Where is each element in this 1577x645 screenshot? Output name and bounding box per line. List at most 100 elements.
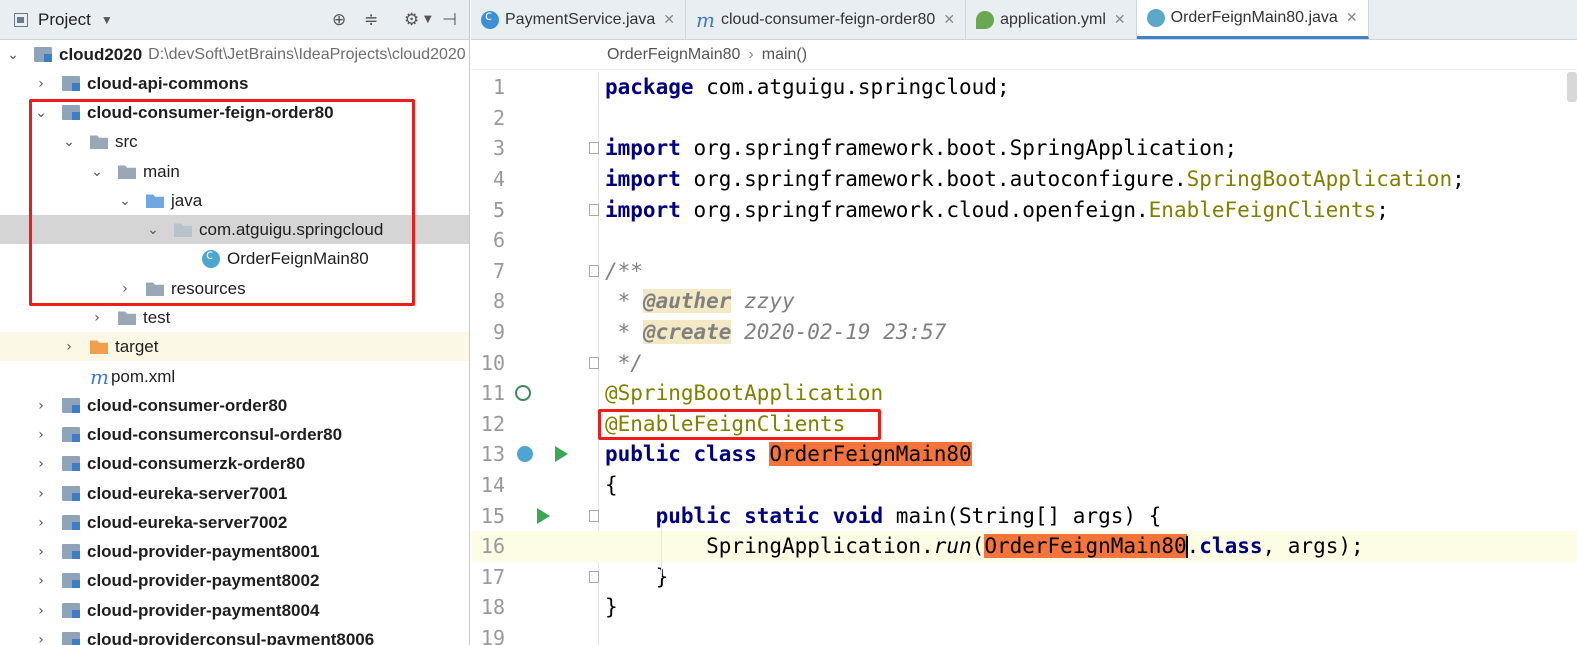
code-line[interactable]: 19 xyxy=(471,623,1577,645)
project-view-title[interactable]: Project xyxy=(38,10,91,30)
collapse-all-icon[interactable]: ≑ xyxy=(364,10,378,30)
tab-application-yml[interactable]: application.yml ✕ xyxy=(966,0,1137,39)
code-line[interactable]: 12 @EnableFeignClients xyxy=(471,409,1577,440)
chevron-right-icon[interactable]: › xyxy=(34,398,48,414)
code-line[interactable]: 4 import org.springframework.boot.autoco… xyxy=(471,164,1577,195)
code-editor[interactable]: 1 package com.atguigu.springcloud; 2 3 i… xyxy=(471,72,1577,645)
code-line[interactable]: 6 xyxy=(471,225,1577,256)
chevron-right-icon[interactable]: › xyxy=(34,486,48,502)
fold-marker-icon[interactable] xyxy=(589,509,599,522)
tree-item-label: cloud-provider-payment8004 xyxy=(87,600,320,620)
code-line[interactable]: 15 public static void main(String[] args… xyxy=(471,500,1577,531)
code-text: import org.springframework.boot.SpringAp… xyxy=(605,136,1237,160)
fold-marker-icon[interactable] xyxy=(589,203,599,216)
tree-row-cloud2020[interactable]: ⌄ cloud2020 D:\devSoft\JetBrains\IdeaPro… xyxy=(0,40,469,69)
fold-marker-icon[interactable] xyxy=(589,356,599,369)
code-fragment: com.atguigu.springcloud; xyxy=(693,75,1010,100)
source-folder-icon xyxy=(146,194,164,208)
code-line-current[interactable]: 16 SpringApplication.run(OrderFeignMain8… xyxy=(471,531,1577,562)
tree-item-label: com.atguigu.springcloud xyxy=(199,219,384,239)
tree-row-module[interactable]: › cloud-consumer-order80 xyxy=(0,391,469,420)
chevron-right-icon[interactable]: › xyxy=(34,456,48,472)
chevron-right-icon[interactable]: › xyxy=(34,632,48,645)
close-icon[interactable]: ✕ xyxy=(943,12,955,28)
code-fragment: main(String[] args) { xyxy=(883,503,1162,528)
code-line[interactable]: 13 public class OrderFeignMain80 xyxy=(471,439,1577,470)
tree-row-module[interactable]: › cloud-consumerzk-order80 xyxy=(0,449,469,478)
tree-row-cloud-api-commons[interactable]: › cloud-api-commons xyxy=(0,69,469,98)
tab-paymentservice[interactable]: PaymentService.java ✕ xyxy=(471,0,687,39)
tree-row-orderfeignmain80[interactable]: OrderFeignMain80 xyxy=(0,244,469,273)
tree-row-resources[interactable]: › resources xyxy=(0,274,469,303)
code-line[interactable]: 7 /** xyxy=(471,256,1577,287)
tree-row-module[interactable]: › cloud-eureka-server7001 xyxy=(0,479,469,508)
chevron-down-icon[interactable]: ⌄ xyxy=(146,222,160,238)
chevron-right-icon[interactable]: › xyxy=(34,515,48,531)
tree-row-module[interactable]: › cloud-consumerconsul-order80 xyxy=(0,420,469,449)
chevron-down-icon[interactable]: ⌄ xyxy=(62,134,76,150)
chevron-right-icon[interactable]: › xyxy=(34,573,48,589)
tree-row-package[interactable]: ⌄ com.atguigu.springcloud xyxy=(0,215,469,244)
hide-panel-icon[interactable]: ⊣ xyxy=(442,10,457,30)
chevron-down-icon[interactable]: ⌄ xyxy=(34,105,48,121)
tab-pom[interactable]: cloud-consumer-feign-order80 ✕ xyxy=(686,0,967,39)
chevron-right-icon[interactable]: › xyxy=(90,310,104,326)
code-line[interactable]: 8 * @auther zzyy xyxy=(471,286,1577,317)
run-icon[interactable] xyxy=(537,507,550,524)
fold-marker-icon[interactable] xyxy=(589,264,599,277)
chevron-right-icon[interactable]: › xyxy=(34,544,48,560)
fold-marker-icon[interactable] xyxy=(589,142,599,155)
chevron-right-icon[interactable]: › xyxy=(34,427,48,443)
tree-row-module[interactable]: › cloud-provider-payment8001 xyxy=(0,537,469,566)
tree-row-module[interactable]: › cloud-provider-payment8004 xyxy=(0,596,469,625)
folder-icon xyxy=(118,165,136,179)
tree-row-module[interactable]: › cloud-eureka-server7002 xyxy=(0,508,469,537)
chevron-down-icon[interactable]: ⌄ xyxy=(118,193,132,209)
breadcrumb-item[interactable]: main() xyxy=(762,46,807,64)
module-icon xyxy=(62,398,80,413)
tree-row-pom-xml[interactable]: pom.xml xyxy=(0,362,469,391)
code-line[interactable]: 5 import org.springframework.cloud.openf… xyxy=(471,194,1577,225)
tree-row-java[interactable]: ⌄ java xyxy=(0,186,469,215)
tree-row-module[interactable]: › cloud-providerconsul-payment8006 xyxy=(0,625,469,645)
code-line[interactable]: 3 import org.springframework.boot.Spring… xyxy=(471,133,1577,164)
chevron-right-icon[interactable]: › xyxy=(34,603,48,619)
tree-row-main[interactable]: ⌄ main xyxy=(0,157,469,186)
excluded-folder-icon xyxy=(90,340,108,354)
chevron-right-icon[interactable]: › xyxy=(118,281,132,297)
chevron-down-icon[interactable]: ⌄ xyxy=(6,47,20,63)
code-line[interactable]: 2 xyxy=(471,103,1577,134)
chevron-right-icon[interactable]: › xyxy=(34,76,48,92)
code-line[interactable]: 17 } xyxy=(471,562,1577,593)
code-line[interactable]: 14 { xyxy=(471,470,1577,501)
chevron-down-icon[interactable]: ▼ xyxy=(424,10,432,30)
run-icon[interactable] xyxy=(555,446,568,463)
locate-file-icon[interactable]: ⊕ xyxy=(332,10,346,30)
code-line[interactable]: 11 @SpringBootApplication xyxy=(471,378,1577,409)
spring-class-icon[interactable] xyxy=(517,446,533,463)
code-line[interactable]: 18 } xyxy=(471,592,1577,623)
tree-row-test[interactable]: › test xyxy=(0,303,469,332)
gear-icon[interactable]: ⚙ xyxy=(404,10,419,30)
vertical-scrollbar[interactable] xyxy=(1567,72,1577,102)
chevron-down-icon[interactable]: ⌄ xyxy=(90,164,104,180)
breadcrumb-item[interactable]: OrderFeignMain80 xyxy=(607,46,740,64)
chevron-down-icon[interactable]: ▼ xyxy=(101,13,113,27)
code-line[interactable]: 1 package com.atguigu.springcloud; xyxy=(471,72,1577,103)
tree-row-src[interactable]: ⌄ src xyxy=(0,127,469,156)
spring-bean-icon[interactable] xyxy=(515,385,531,402)
fold-marker-icon[interactable] xyxy=(589,570,599,583)
close-icon[interactable]: ✕ xyxy=(1346,10,1358,26)
code-line[interactable]: 10 */ xyxy=(471,347,1577,378)
tab-orderfeignmain80[interactable]: OrderFeignMain80.java ✕ xyxy=(1136,0,1369,39)
comment: 2020-02-19 23:57 xyxy=(731,320,947,345)
tree-row-cloud-consumer-feign-order80[interactable]: ⌄ cloud-consumer-feign-order80 xyxy=(0,98,469,127)
close-icon[interactable]: ✕ xyxy=(663,12,675,28)
close-icon[interactable]: ✕ xyxy=(1114,12,1126,28)
chevron-right-icon[interactable]: › xyxy=(62,339,76,355)
project-tree: ⌄ cloud2020 D:\devSoft\JetBrains\IdeaPro… xyxy=(0,40,469,645)
tree-row-target[interactable]: › target xyxy=(0,332,469,361)
tree-row-module[interactable]: › cloud-provider-payment8002 xyxy=(0,566,469,595)
spring-class-icon xyxy=(202,248,220,268)
code-line[interactable]: 9 * @create 2020-02-19 23:57 xyxy=(471,317,1577,348)
